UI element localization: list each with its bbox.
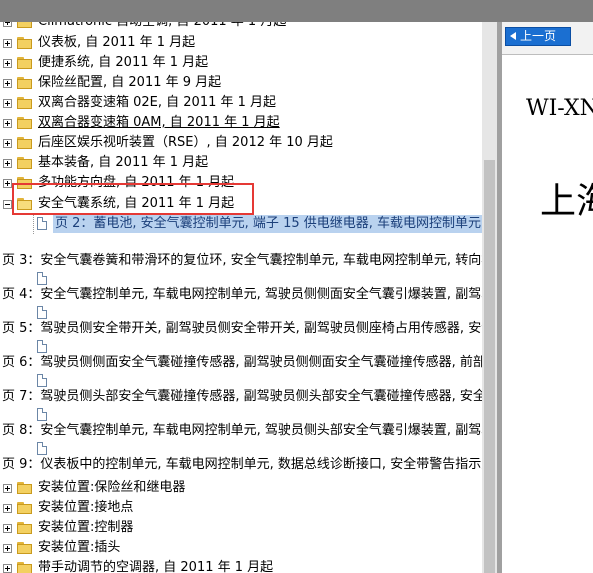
tree-folder-label: 后座区娱乐视听装置（RSE）, 自 2012 年 10 月起 xyxy=(38,135,333,150)
document-viewer: 上一页 WI-XN 上海 xyxy=(502,22,593,573)
tree-folder-label: 带手动调节的空调器, 自 2011 年 1 月起 xyxy=(38,560,274,573)
tree-connector-line xyxy=(33,214,35,234)
folder-icon xyxy=(17,522,33,534)
expand-plus-icon[interactable] xyxy=(3,79,12,88)
folder-icon xyxy=(17,542,33,554)
expand-plus-icon[interactable] xyxy=(3,544,12,553)
tree-folder-label: 安装位置:控制器 xyxy=(38,520,134,535)
expand-plus-icon[interactable] xyxy=(3,504,12,513)
annotation-highlight-box xyxy=(12,183,254,215)
expand-plus-icon[interactable] xyxy=(3,39,12,48)
expand-plus-icon[interactable] xyxy=(3,524,12,533)
tree-folder-label: 安装位置:接地点 xyxy=(38,500,134,515)
document-icon xyxy=(37,374,47,387)
document-heading: 上海 xyxy=(540,181,593,222)
document-icon xyxy=(37,272,47,285)
tree-page-label: 页 2：蓄电池, 安全气囊控制单元, 端子 15 供电继电器, 车载电网控制单元 xyxy=(53,215,482,233)
tree-folder-label: 保险丝配置, 自 2011 年 9 月起 xyxy=(38,75,222,90)
tree-folder-label: 基本装备, 自 2011 年 1 月起 xyxy=(38,155,209,170)
folder-icon xyxy=(17,37,33,49)
expand-plus-icon[interactable] xyxy=(3,139,12,148)
viewer-toolbar: 上一页 xyxy=(502,22,593,55)
folder-icon xyxy=(17,97,33,109)
tree-folder-label: 便捷系统, 自 2011 年 1 月起 xyxy=(38,55,209,70)
tree-folder-label: 安装位置:保险丝和继电器 xyxy=(38,480,186,495)
previous-page-button[interactable]: 上一页 xyxy=(505,27,571,46)
folder-icon xyxy=(17,157,33,169)
tree-folder-label: 双离合器变速箱 0AM, 自 2011 年 1 月起 xyxy=(38,115,280,130)
folder-icon xyxy=(17,57,33,69)
folder-icon xyxy=(17,482,33,494)
arrow-left-icon xyxy=(510,32,516,40)
folder-icon xyxy=(17,22,33,28)
tree-folder-label: 仪表板, 自 2011 年 1 月起 xyxy=(38,35,196,50)
expand-plus-icon[interactable] xyxy=(3,119,12,128)
document-title: WI-XN xyxy=(526,96,593,121)
tree-page-label: 页 8：安全气囊控制单元, 车载电网控制单元, 驾驶员侧头部安全气囊引爆装置, … xyxy=(2,423,482,438)
expand-plus-icon[interactable] xyxy=(3,159,12,168)
expand-plus-icon[interactable] xyxy=(3,484,12,493)
tree-page-label: 页 7：驾驶员侧头部安全气囊碰撞传感器, 副驾驶员侧头部安全气囊碰撞传感器, 安… xyxy=(2,389,482,404)
previous-page-label: 上一页 xyxy=(520,29,557,43)
collapse-minus-icon[interactable] xyxy=(3,200,12,209)
document-icon xyxy=(37,442,47,455)
expand-plus-icon[interactable] xyxy=(3,564,12,573)
expand-plus-icon[interactable] xyxy=(3,22,12,27)
document-icon xyxy=(37,408,47,421)
tree-page-label: 页 5：驾驶员侧安全带开关, 副驾驶员侧安全带开关, 副驾驶员侧座椅占用传感器,… xyxy=(2,321,482,336)
tree-page-label: 页 3：安全气囊卷簧和带滑环的复位环, 安全气囊控制单元, 车载电网控制单元, … xyxy=(2,253,482,268)
tree-folder-label: 双离合器变速箱 02E, 自 2011 年 1 月起 xyxy=(38,95,277,110)
scrollbar-thumb[interactable] xyxy=(484,160,495,573)
folder-icon xyxy=(17,562,33,573)
tree-page-label: 页 9：仪表板中的控制单元, 车载电网控制单元, 数据总线诊断接口, 安全带警告… xyxy=(2,457,482,472)
tree-page-label: 页 4：安全气囊控制单元, 车载电网控制单元, 驾驶员侧侧面安全气囊引爆装置, … xyxy=(2,287,482,302)
expand-plus-icon[interactable] xyxy=(3,99,12,108)
tree-folder-label: Climatronic 自动空调, 自 2011 年 1 月起 xyxy=(38,22,286,32)
folder-icon xyxy=(17,502,33,514)
window-top-bar xyxy=(0,0,593,22)
folder-icon xyxy=(17,77,33,89)
expand-plus-icon[interactable] xyxy=(3,59,12,68)
tree-page-2[interactable]: 页 2：蓄电池, 安全气囊控制单元, 端子 15 供电继电器, 车载电网控制单元 xyxy=(0,214,482,234)
document-icon xyxy=(37,217,47,230)
tree-folder-label: 安装位置:插头 xyxy=(38,540,121,555)
document-icon xyxy=(37,340,47,353)
folder-icon xyxy=(17,137,33,149)
expand-plus-icon[interactable] xyxy=(3,179,12,188)
tree-page-label: 页 6：驾驶员侧侧面安全气囊碰撞传感器, 副驾驶员侧侧面安全气囊碰撞传感器, 前… xyxy=(2,355,482,370)
document-tree: Climatronic 自动空调, 自 2011 年 1 月起 仪表板, 自 2… xyxy=(0,22,482,573)
folder-icon xyxy=(17,117,33,129)
document-icon xyxy=(37,306,47,319)
